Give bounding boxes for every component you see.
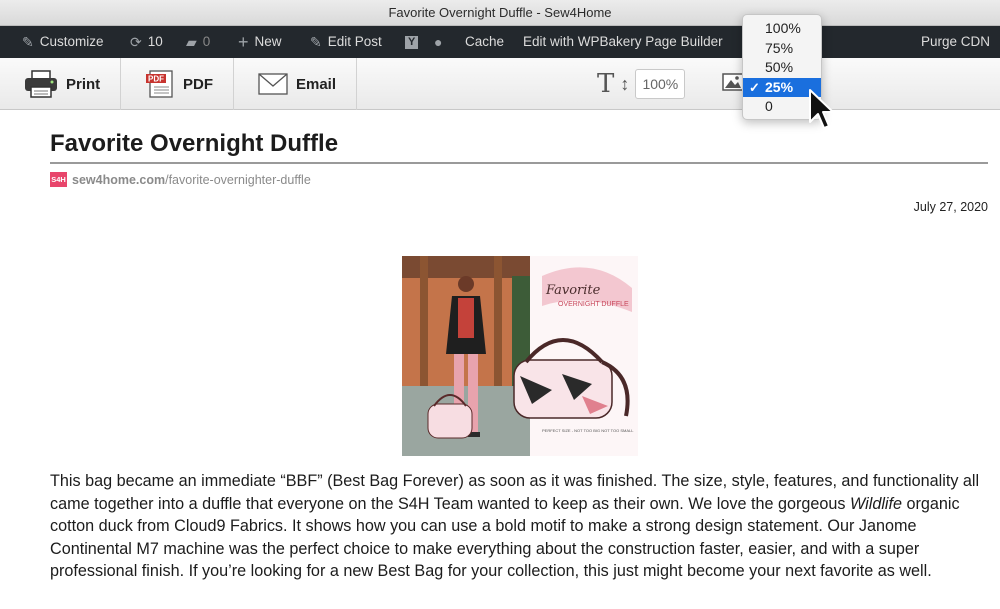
text-size-icon: T: [597, 69, 615, 99]
title-divider: [50, 162, 988, 164]
image-size-option[interactable]: 100%: [743, 19, 821, 39]
print-toolbar: Print PDF PDF Email T ↕ 100%: [0, 58, 1000, 110]
window-title-bar: Favorite Overnight Duffle - Sew4Home: [0, 0, 1000, 26]
updates-link[interactable]: ⟳ 10: [130, 26, 163, 58]
svg-text:PDF: PDF: [148, 75, 164, 84]
s4h-logo: S4H: [50, 172, 67, 187]
comments-count: 0: [202, 34, 211, 49]
pdf-label: PDF: [183, 75, 213, 93]
purge-cdn-label: Purge CDN: [920, 34, 990, 49]
new-link[interactable]: + New: [238, 26, 282, 58]
email-button[interactable]: Email: [234, 58, 357, 110]
source-domain: sew4home.com: [72, 172, 166, 187]
brush-icon: ✎: [22, 34, 34, 50]
body-italic: Wildlife: [849, 494, 903, 513]
refresh-icon: ⟳: [130, 34, 142, 50]
publish-date: July 27, 2020: [913, 200, 988, 214]
edit-post-link[interactable]: ✎ Edit Post: [310, 26, 382, 58]
article-body: This bag became an immediate “BBF” (Best…: [50, 470, 990, 583]
checkmark-icon: ✓: [749, 79, 760, 95]
image-size-option[interactable]: 50%: [743, 58, 821, 78]
mouse-pointer-icon: [809, 89, 834, 129]
browser-window: Favorite Overnight Duffle - Sew4Home ✎ C…: [0, 0, 1000, 609]
wpbakery-label: Edit with WPBakery Page Builder: [523, 34, 723, 49]
pdf-button[interactable]: PDF PDF: [121, 58, 234, 110]
print-button[interactable]: Print: [0, 58, 121, 110]
envelope-icon: [258, 73, 288, 95]
text-size-select[interactable]: 100%: [635, 69, 686, 99]
image-caption-subtitle: OVERNIGHT DUFFLE: [558, 301, 629, 308]
image-caption-title: Favorite: [545, 283, 601, 298]
wpbakery-link[interactable]: Edit with WPBakery Page Builder: [523, 26, 723, 58]
edit-post-label: Edit Post: [327, 34, 382, 49]
comment-icon: ▰: [186, 34, 197, 50]
comments-link[interactable]: ▰ 0: [186, 26, 210, 58]
selected-option-label: 25%: [765, 78, 794, 95]
yoast-seo-link[interactable]: Y: [405, 26, 419, 58]
status-dot-icon: ●: [434, 34, 443, 50]
article-hero-image: Favorite OVERNIGHT DUFFLE PERFECT SIZE -…: [402, 256, 638, 456]
window-title: Favorite Overnight Duffle - Sew4Home: [388, 5, 612, 20]
source-url[interactable]: sew4home.com/favorite-overnighter-duffle: [72, 173, 311, 187]
image-small-text: PERFECT SIZE - NOT TOO BIG NOT TOO SMALL: [542, 428, 634, 433]
cache-label: Cache: [465, 34, 505, 49]
yoast-icon: Y: [405, 35, 419, 49]
body-part-1: This bag became an immediate “BBF” (Best…: [50, 472, 980, 513]
plus-icon: +: [238, 32, 249, 52]
pdf-icon: PDF: [146, 70, 173, 98]
updates-count: 10: [147, 34, 163, 49]
image-size-option[interactable]: 75%: [743, 39, 821, 59]
source-line: S4H sew4home.com/favorite-overnighter-du…: [50, 172, 311, 187]
source-path: /favorite-overnighter-duffle: [165, 172, 311, 187]
printer-icon: [25, 70, 57, 98]
page-title: Favorite Overnight Duffle: [50, 130, 339, 157]
customize-label: Customize: [39, 34, 104, 49]
customize-link[interactable]: ✎ Customize: [22, 26, 104, 58]
seo-status-link[interactable]: ●: [434, 26, 442, 58]
new-label: New: [254, 34, 282, 49]
purge-cdn-link[interactable]: Purge CDN: [921, 26, 990, 58]
up-down-arrow-icon: ↕: [620, 73, 630, 94]
print-label: Print: [66, 75, 101, 93]
image-size-icon[interactable]: [722, 73, 744, 91]
cache-link[interactable]: Cache: [465, 26, 504, 58]
pencil-icon: ✎: [310, 34, 322, 50]
email-label: Email: [296, 75, 337, 93]
text-size-control: T ↕ 100%: [597, 68, 686, 100]
wp-admin-bar: ✎ Customize ⟳ 10 ▰ 0 + New ✎ Edit Post Y…: [0, 26, 1000, 58]
